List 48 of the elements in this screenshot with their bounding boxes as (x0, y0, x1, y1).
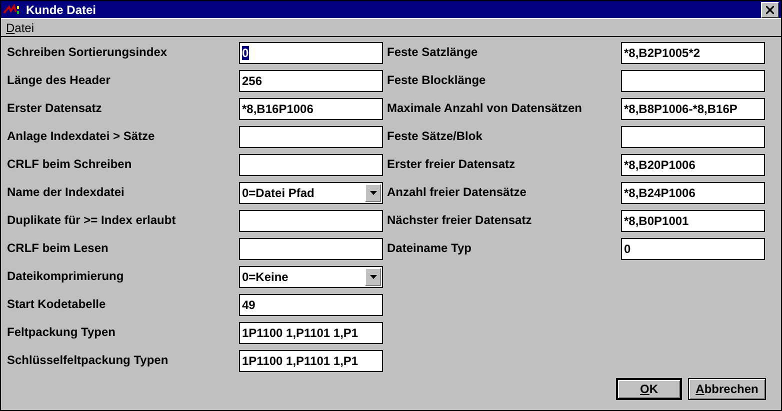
text-field[interactable] (621, 126, 765, 148)
dropdown-field[interactable]: 0=Keine (239, 266, 383, 288)
field-label: CRLF beim Lesen (7, 240, 110, 255)
close-button[interactable] (761, 2, 779, 18)
text-field[interactable]: *8,B8P1006-*8,B16P (621, 98, 765, 120)
text-field[interactable]: 0 (239, 42, 383, 64)
field-label: Feste Blocklänge (387, 72, 487, 87)
text-field[interactable] (239, 210, 383, 232)
field-label: Schreiben Sortierungsindex (7, 44, 168, 59)
field-label: Maximale Anzahl von Datensätzen (387, 100, 583, 115)
field-label: Schlüsselfeltpackung Typen (7, 352, 170, 367)
field-label: CRLF beim Schreiben (7, 156, 133, 171)
field-label: Feltpackung Typen (7, 324, 116, 339)
close-icon[interactable] (766, 6, 774, 14)
text-field[interactable]: 1P1100 1,P1101 1,P1 (239, 350, 383, 372)
text-field[interactable]: 49 (239, 294, 383, 316)
field-label: Nächster freier Datensatz (387, 212, 533, 227)
caret-icon[interactable] (370, 275, 376, 279)
text-field[interactable] (621, 70, 765, 92)
text-field[interactable] (239, 238, 383, 260)
field-label: Dateiname Typ (387, 240, 472, 255)
field-label: Anzahl freier Datensätze (387, 184, 528, 199)
field-label: Erster Datensatz (7, 100, 103, 115)
menu-item[interactable]: Datei (6, 20, 34, 34)
cancel-button[interactable]: Abbrechen (688, 378, 766, 400)
field-label: Erster freier Datensatz (387, 156, 516, 171)
text-field[interactable]: 0 (621, 238, 765, 260)
field-label: Start Kodetabelle (7, 296, 107, 311)
window-title: Kunde Datei (26, 2, 98, 16)
text-field[interactable]: *8,B0P1001 (621, 210, 765, 232)
field-label: Dateikomprimierung (7, 268, 125, 283)
text-field[interactable]: *8,B2P1005*2 (621, 42, 765, 64)
caret-icon[interactable] (370, 191, 376, 195)
text-field[interactable]: 1P1100 1,P1101 1,P1 (239, 322, 383, 344)
field-label: Anlage Indexdatei > Sätze (7, 128, 156, 143)
text-field[interactable]: *8,B16P1006 (239, 98, 383, 120)
ok-button[interactable]: OK (616, 378, 682, 400)
text-field[interactable]: 256 (239, 70, 383, 92)
text-field[interactable]: *8,B24P1006 (621, 182, 765, 204)
field-label: Feste Sätze/Blok (387, 128, 484, 143)
field-label: Feste Satzlänge (387, 44, 479, 59)
text-field[interactable] (239, 154, 383, 176)
text-field[interactable]: *8,B20P1006 (621, 154, 765, 176)
field-label: Name der Indexdatei (7, 184, 126, 199)
field-label: Duplikate für >= Index erlaubt (7, 212, 177, 227)
field-label: Länge des Header (7, 72, 112, 87)
dropdown-field[interactable]: 0=Datei Pfad (239, 182, 383, 204)
text-field[interactable] (239, 126, 383, 148)
